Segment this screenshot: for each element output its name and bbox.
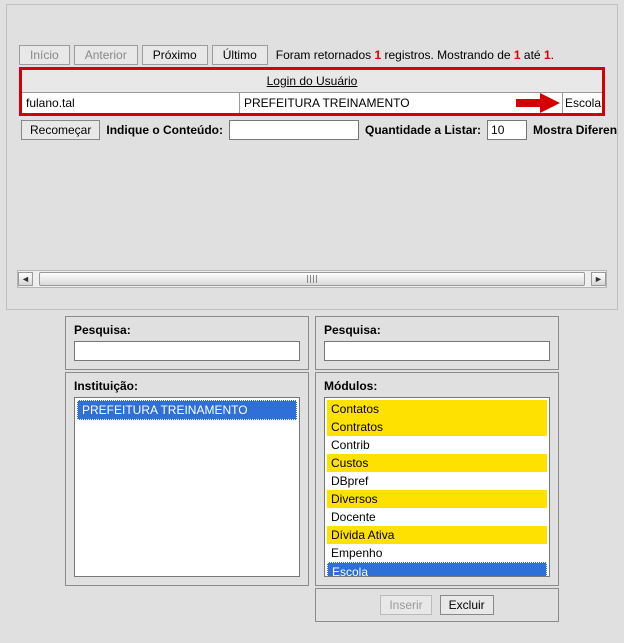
results-summary: Foram retornados 1 registros. Mostrando … xyxy=(276,48,554,62)
list-item[interactable]: Contrib xyxy=(327,436,547,454)
search-left-input[interactable] xyxy=(74,341,300,361)
search-left-panel: Pesquisa: xyxy=(65,316,309,370)
controls-row: Recomeçar Indique o Conteúdo: Quantidade… xyxy=(11,116,613,140)
institution-label: Instituição: xyxy=(74,379,300,393)
search-right-label: Pesquisa: xyxy=(324,323,550,337)
summary-text: Foram retornados xyxy=(276,48,375,62)
pagination-row: Início Anterior Próximo Último Foram ret… xyxy=(11,45,613,65)
to-count: 1 xyxy=(544,48,551,62)
institution-list[interactable]: PREFEITURA TREINAMENTO xyxy=(74,397,300,577)
search-right-panel: Pesquisa: xyxy=(315,316,559,370)
grip-icon xyxy=(307,275,317,283)
modules-list[interactable]: ContatosContratosContribCustosDBprefDive… xyxy=(324,397,550,577)
scroll-track[interactable] xyxy=(33,272,591,286)
first-button[interactable]: Início xyxy=(19,45,70,65)
quantity-label: Quantidade a Listar: xyxy=(365,123,481,137)
previous-button[interactable]: Anterior xyxy=(74,45,138,65)
summary-text: . xyxy=(551,48,554,62)
restart-button[interactable]: Recomeçar xyxy=(21,120,100,140)
list-item[interactable]: PREFEITURA TREINAMENTO xyxy=(77,400,297,420)
quantity-input[interactable] xyxy=(487,120,527,140)
scroll-thumb[interactable] xyxy=(39,272,585,286)
cell-login: fulano.tal xyxy=(22,93,240,113)
show-diff-label: Mostra Diferen xyxy=(533,123,617,137)
highlighted-row: Login do Usuário fulano.tal PREFEITURA T… xyxy=(19,67,605,116)
list-item[interactable]: Docente xyxy=(327,508,547,526)
list-item[interactable]: DBpref xyxy=(327,472,547,490)
list-item[interactable]: Diversos xyxy=(327,490,547,508)
scroll-right-button[interactable]: ► xyxy=(591,272,606,286)
lower-panels: Pesquisa: Instituição: PREFEITURA TREINA… xyxy=(0,316,624,628)
action-buttons: Inserir Excluir xyxy=(315,588,559,622)
modules-panel: Módulos: ContatosContratosContribCustosD… xyxy=(315,372,559,586)
delete-button[interactable]: Excluir xyxy=(440,595,494,615)
scroll-left-button[interactable]: ◄ xyxy=(18,272,33,286)
insert-button[interactable]: Inserir xyxy=(380,595,431,615)
table-row[interactable]: fulano.tal PREFEITURA TREINAMENTO Escola xyxy=(22,93,602,113)
list-item[interactable]: Contatos xyxy=(327,400,547,418)
list-item[interactable]: Contratos xyxy=(327,418,547,436)
content-label: Indique o Conteúdo: xyxy=(106,123,223,137)
institution-panel: Instituição: PREFEITURA TREINAMENTO xyxy=(65,372,309,586)
last-button[interactable]: Último xyxy=(212,45,268,65)
summary-text: até xyxy=(521,48,544,62)
arrow-right-icon xyxy=(516,93,560,113)
right-column: Pesquisa: Módulos: ContatosContratosCont… xyxy=(315,316,559,622)
horizontal-scrollbar[interactable]: ◄ ► xyxy=(17,270,607,288)
results-frame: Início Anterior Próximo Último Foram ret… xyxy=(6,4,618,310)
cell-module: Escola xyxy=(562,93,602,113)
list-item[interactable]: Escola xyxy=(327,562,547,577)
list-item[interactable]: Empenho xyxy=(327,544,547,562)
search-right-input[interactable] xyxy=(324,341,550,361)
list-item[interactable]: Dívida Ativa xyxy=(327,526,547,544)
left-column: Pesquisa: Instituição: PREFEITURA TREINA… xyxy=(65,316,309,622)
list-item[interactable]: Custos xyxy=(327,454,547,472)
modules-label: Módulos: xyxy=(324,379,550,393)
summary-text: registros. Mostrando de xyxy=(381,48,514,62)
next-button[interactable]: Próximo xyxy=(142,45,208,65)
institution-text: PREFEITURA TREINAMENTO xyxy=(244,96,410,110)
cell-institution: PREFEITURA TREINAMENTO xyxy=(240,93,562,113)
search-left-label: Pesquisa: xyxy=(74,323,300,337)
content-input[interactable] xyxy=(229,120,359,140)
table-header-login[interactable]: Login do Usuário xyxy=(22,70,602,93)
from-count: 1 xyxy=(514,48,521,62)
